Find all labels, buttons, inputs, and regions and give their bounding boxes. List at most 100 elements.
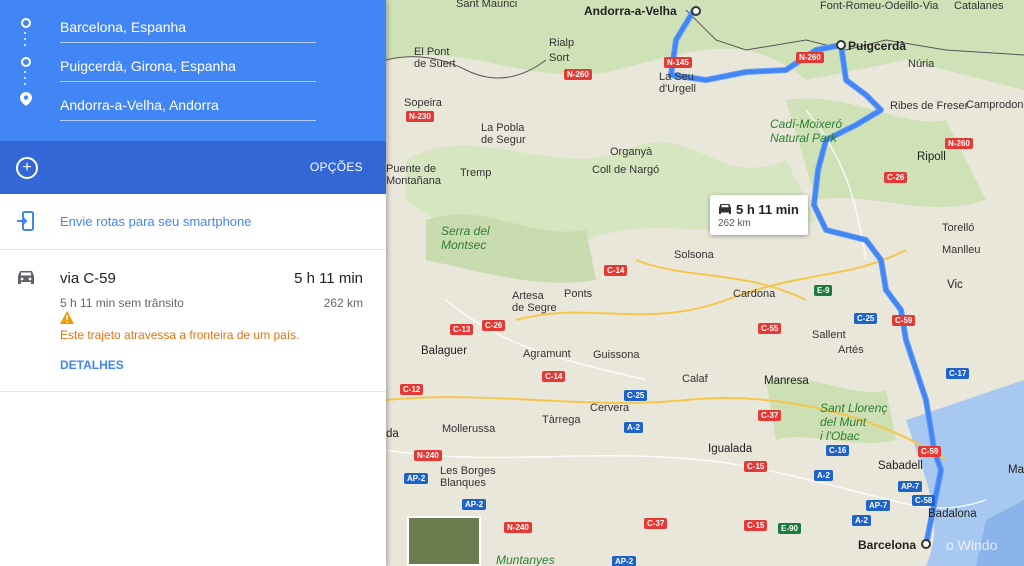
satellite-toggle-thumbnail[interactable] bbox=[407, 516, 481, 566]
place-label: Badalona bbox=[928, 508, 977, 520]
place-label: Organyà bbox=[610, 146, 653, 158]
road-shield: N-145 bbox=[664, 57, 692, 68]
route-traffic-note: 5 h 11 min sem trânsito bbox=[60, 296, 184, 310]
car-icon bbox=[719, 204, 731, 214]
route-distance: 262 km bbox=[323, 296, 363, 310]
border-warning-text: Este trajeto atravessa a fronteira de um… bbox=[60, 328, 300, 342]
place-label: Ponts bbox=[564, 288, 593, 300]
place-label: Andorra-a-Velha bbox=[584, 4, 677, 18]
road-shield: AP-7 bbox=[866, 500, 891, 511]
route-option[interactable]: via C-59 5 h 11 min 5 h 11 min sem trâns… bbox=[0, 250, 386, 392]
route-duration: 5 h 11 min bbox=[294, 270, 363, 287]
road-shield: E-9 bbox=[814, 285, 833, 296]
road-shield: E-90 bbox=[778, 523, 801, 534]
place-label: Tremp bbox=[460, 167, 492, 179]
place-label: Sopeira bbox=[404, 97, 442, 109]
add-destination-button[interactable]: + bbox=[16, 157, 38, 179]
place-label: Guissona bbox=[593, 349, 640, 361]
place-label: Vic bbox=[947, 279, 963, 291]
send-to-phone-icon bbox=[17, 211, 34, 231]
place-label: Balaguer bbox=[421, 345, 468, 357]
place-label: Serra del Montsec bbox=[441, 224, 490, 252]
road-shield: C-13 bbox=[450, 324, 474, 335]
details-link[interactable]: DETALHES bbox=[60, 358, 124, 372]
waypoint-stop: Puigcerdà, Girona, Espanha bbox=[0, 43, 386, 82]
place-label: Agramunt bbox=[523, 348, 571, 360]
origin-input[interactable]: Barcelona, Espanha bbox=[60, 4, 316, 43]
road-shield: AP-7 bbox=[898, 481, 923, 492]
place-label: Sabadell bbox=[878, 460, 923, 472]
send-to-phone-row[interactable]: Envie rotas para seu smartphone bbox=[0, 194, 386, 250]
place-label: Manlleu bbox=[942, 244, 981, 256]
road-shield: N-230 bbox=[406, 111, 434, 122]
stop-circle-icon bbox=[21, 57, 31, 67]
road-shield: N-240 bbox=[414, 450, 442, 461]
place-label: Cervera bbox=[590, 402, 630, 414]
map-canvas[interactable]: Andorra-a-Velha Puigcerdà Barcelona Sant… bbox=[386, 0, 1024, 566]
road-shield: C-15 bbox=[744, 461, 768, 472]
place-label: Sort bbox=[549, 52, 570, 64]
road-shield: N-240 bbox=[504, 522, 532, 533]
place-label: Cardona bbox=[733, 288, 776, 300]
car-icon bbox=[18, 271, 34, 284]
place-label: Solsona bbox=[674, 249, 714, 261]
place-label: Les Borges Blanques bbox=[440, 465, 496, 489]
waypoint-origin: Barcelona, Espanha bbox=[0, 4, 386, 43]
road-shield: C-59 bbox=[918, 446, 942, 457]
road-shield: C-59 bbox=[892, 315, 916, 326]
place-label: Ribes de Freser bbox=[890, 100, 969, 112]
place-label: El Pont de Suert bbox=[414, 46, 456, 70]
road-shield: C-26 bbox=[884, 172, 908, 183]
card-distance: 262 km bbox=[718, 218, 751, 229]
road-shield: N-260 bbox=[945, 138, 973, 149]
road-shield: C-17 bbox=[946, 368, 970, 379]
road-shield: C-25 bbox=[854, 313, 878, 324]
road-shield: C-55 bbox=[758, 323, 782, 334]
send-to-phone-link[interactable]: Envie rotas para seu smartphone bbox=[60, 214, 252, 229]
road-shield: AP-2 bbox=[612, 556, 637, 566]
road-shield: C-12 bbox=[400, 384, 424, 395]
place-label: Tàrrega bbox=[542, 414, 581, 426]
road-shield: N-260 bbox=[564, 69, 592, 80]
road-shield: C-16 bbox=[826, 445, 850, 456]
place-label: Font-Romeu-Odeillo-Via bbox=[820, 0, 939, 12]
stop-input[interactable]: Puigcerdà, Girona, Espanha bbox=[60, 43, 316, 82]
place-label: Igualada bbox=[708, 443, 753, 455]
road-shield: C-26 bbox=[482, 320, 506, 331]
road-shield: N-260 bbox=[796, 52, 824, 63]
road-shield: C-25 bbox=[624, 390, 648, 401]
place-label: Sallent bbox=[812, 329, 846, 341]
place-label: Ripoll bbox=[917, 151, 946, 163]
waypoints-header: Barcelona, Espanha Puigcerdà, Girona, Es… bbox=[0, 0, 386, 141]
place-label: Rialp bbox=[549, 37, 575, 49]
directions-panel: Barcelona, Espanha Puigcerdà, Girona, Es… bbox=[0, 0, 386, 566]
road-shield: C-37 bbox=[644, 518, 668, 529]
place-label: La Pobla de Segur bbox=[481, 122, 526, 146]
waypoint-destination: Andorra-a-Velha, Andorra bbox=[0, 82, 386, 121]
road-shield: A-2 bbox=[624, 422, 643, 433]
place-label: Puente de Montañana bbox=[386, 163, 442, 187]
options-button[interactable]: OPÇÕES bbox=[310, 160, 363, 174]
place-label: Artesa de Segre bbox=[512, 290, 557, 314]
origin-circle-icon bbox=[21, 18, 31, 28]
card-duration: 5 h 11 min bbox=[736, 202, 799, 217]
road-shield: AP-2 bbox=[404, 473, 429, 484]
options-bar: + OPÇÕES bbox=[0, 141, 386, 194]
route-duration-card[interactable]: 5 h 11 min 262 km bbox=[710, 195, 808, 235]
road-shield: A-2 bbox=[852, 515, 871, 526]
place-label: La Seu d'Urgell bbox=[659, 71, 696, 95]
place-label: Barcelona bbox=[858, 538, 917, 552]
place-label: Torelló bbox=[942, 222, 975, 234]
road-shield: C-14 bbox=[542, 371, 566, 382]
place-label: Sant Maurici bbox=[456, 0, 518, 10]
place-label: Puigcerdà bbox=[848, 39, 907, 53]
place-label: Artés bbox=[838, 344, 864, 356]
road-shield: A-2 bbox=[814, 470, 833, 481]
warning-icon bbox=[60, 311, 74, 324]
place-label: Calaf bbox=[682, 373, 708, 385]
place-label: Núria bbox=[908, 58, 935, 70]
road-shield: C-14 bbox=[604, 265, 628, 276]
place-label: Muntanyes bbox=[496, 553, 555, 566]
destination-input[interactable]: Andorra-a-Velha, Andorra bbox=[60, 82, 316, 121]
windows-watermark: o Windo bbox=[946, 537, 998, 553]
